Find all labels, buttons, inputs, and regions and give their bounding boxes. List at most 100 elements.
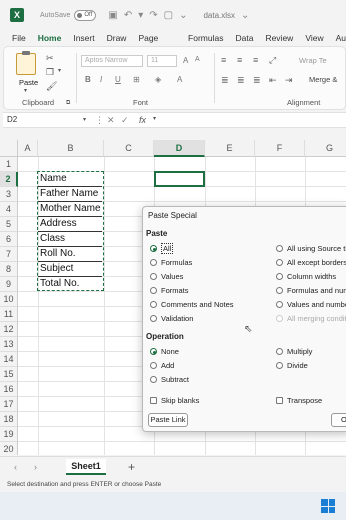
clipboard-launcher-icon[interactable]: ⧉ bbox=[66, 100, 70, 107]
tab-data[interactable]: Data bbox=[235, 32, 253, 46]
row-header-8[interactable]: 8 bbox=[0, 262, 18, 277]
row-header-6[interactable]: 6 bbox=[0, 232, 18, 247]
operation-subtract[interactable]: Subtract bbox=[150, 375, 189, 384]
next-sheet-icon[interactable]: › bbox=[34, 462, 37, 472]
save-icon[interactable]: ▣ bbox=[108, 10, 117, 21]
underline-icon[interactable]: U bbox=[115, 75, 121, 84]
operation-divide[interactable]: Divide bbox=[276, 361, 308, 370]
add-sheet-button[interactable]: + bbox=[128, 460, 135, 474]
undo-dropdown-icon[interactable]: ▾ bbox=[138, 10, 143, 21]
font-size-box[interactable]: 11 bbox=[147, 55, 177, 67]
fill-color-icon[interactable]: ◈ bbox=[155, 75, 161, 84]
paste-button-label[interactable]: Paste bbox=[19, 78, 38, 87]
orientation-icon[interactable]: ⤢ bbox=[269, 55, 276, 66]
tab-formulas[interactable]: Formulas bbox=[188, 32, 223, 46]
tab-view[interactable]: View bbox=[305, 32, 323, 46]
skip-blanks-checkbox[interactable]: Skip blanks bbox=[150, 396, 199, 405]
align-right-icon[interactable]: ≣ bbox=[253, 75, 261, 86]
undo-icon[interactable]: ↶ bbox=[124, 10, 132, 21]
increase-indent-icon[interactable]: ⇥ bbox=[285, 75, 293, 86]
paste-option-formulas-number-formats[interactable]: Formulas and num bbox=[276, 286, 346, 295]
row-header-17[interactable]: 17 bbox=[0, 397, 18, 412]
insert-function-icon[interactable]: fx bbox=[139, 115, 146, 125]
middle-align-icon[interactable]: ≡ bbox=[237, 55, 242, 65]
font-color-icon[interactable]: A bbox=[177, 75, 182, 84]
paste-icon[interactable] bbox=[16, 51, 36, 75]
row-header-10[interactable]: 10 bbox=[0, 292, 18, 307]
name-box-dropdown-icon[interactable]: ▾ bbox=[83, 116, 86, 123]
row-header-3[interactable]: 3 bbox=[0, 187, 18, 202]
paste-option-validation[interactable]: Validation bbox=[150, 314, 193, 323]
tab-review[interactable]: Review bbox=[265, 32, 293, 46]
paste-option-comments[interactable]: Comments and Notes bbox=[150, 300, 234, 309]
operation-none[interactable]: None bbox=[150, 347, 179, 356]
paste-option-except-borders[interactable]: All except borders bbox=[276, 258, 346, 267]
autosave-toggle[interactable]: Off bbox=[74, 9, 97, 21]
row-header-7[interactable]: 7 bbox=[0, 247, 18, 262]
format-painter-icon[interactable]: 🖌 bbox=[46, 81, 57, 92]
copy-icon[interactable]: ❐ bbox=[46, 67, 54, 78]
operation-add[interactable]: Add bbox=[150, 361, 174, 370]
row-header-19[interactable]: 19 bbox=[0, 427, 18, 442]
column-header-a[interactable]: A bbox=[18, 140, 38, 157]
column-header-d[interactable]: D bbox=[154, 140, 205, 157]
paste-option-formats[interactable]: Formats bbox=[150, 286, 189, 295]
cancel-entry-icon[interactable]: ✕ bbox=[107, 115, 115, 126]
font-name-box[interactable]: Aptos Narrow bbox=[81, 55, 143, 67]
fx-dropdown-icon[interactable]: ▾ bbox=[153, 115, 156, 122]
cut-icon[interactable]: ✂ bbox=[46, 53, 54, 64]
align-center-icon[interactable]: ≣ bbox=[237, 75, 245, 86]
tab-insert[interactable]: Insert bbox=[73, 32, 94, 46]
new-file-icon[interactable]: ▢ bbox=[164, 10, 173, 21]
paste-option-column-widths[interactable]: Column widths bbox=[276, 272, 336, 281]
decrease-indent-icon[interactable]: ⇤ bbox=[269, 75, 277, 86]
sheet-tab-sheet1[interactable]: Sheet1 bbox=[66, 459, 106, 475]
paste-option-values-number-formats[interactable]: Values and number bbox=[276, 300, 346, 309]
column-header-f[interactable]: F bbox=[255, 140, 305, 157]
row-header-13[interactable]: 13 bbox=[0, 337, 18, 352]
row-header-18[interactable]: 18 bbox=[0, 412, 18, 427]
bold-icon[interactable]: B bbox=[85, 75, 91, 84]
paste-dropdown-icon[interactable]: ▾ bbox=[24, 87, 27, 94]
file-name-chevron-icon[interactable]: ⌄ bbox=[241, 10, 249, 21]
row-header-14[interactable]: 14 bbox=[0, 352, 18, 367]
row-header-20[interactable]: 20 bbox=[0, 442, 18, 455]
row-header-9[interactable]: 9 bbox=[0, 277, 18, 292]
paste-option-all[interactable]: All bbox=[150, 243, 174, 254]
transpose-checkbox[interactable]: Transpose bbox=[276, 396, 322, 405]
ok-button[interactable]: O bbox=[331, 413, 346, 427]
tab-home[interactable]: Home bbox=[37, 32, 61, 49]
select-all-corner[interactable] bbox=[0, 140, 18, 157]
column-header-b[interactable]: B bbox=[38, 140, 104, 157]
row-header-2[interactable]: 2 bbox=[0, 172, 18, 187]
borders-icon[interactable]: ⊞ bbox=[133, 75, 140, 84]
row-header-16[interactable]: 16 bbox=[0, 382, 18, 397]
increase-font-icon[interactable]: A bbox=[183, 56, 188, 65]
italic-icon[interactable]: I bbox=[100, 75, 102, 84]
row-header-4[interactable]: 4 bbox=[0, 202, 18, 217]
windows-start-icon[interactable] bbox=[321, 499, 335, 513]
row-header-11[interactable]: 11 bbox=[0, 307, 18, 322]
merge-center-button[interactable]: Merge & bbox=[309, 75, 337, 84]
tab-automate[interactable]: Au bbox=[336, 32, 346, 46]
copy-dropdown-icon[interactable]: ▾ bbox=[58, 67, 61, 74]
tab-file[interactable]: File bbox=[12, 32, 26, 46]
paste-option-source-theme[interactable]: All using Source th bbox=[276, 244, 346, 253]
paste-option-values[interactable]: Values bbox=[150, 272, 183, 281]
name-box[interactable]: D2 bbox=[7, 115, 89, 127]
row-header-5[interactable]: 5 bbox=[0, 217, 18, 232]
previous-sheet-icon[interactable]: ‹ bbox=[14, 462, 17, 472]
redo-icon[interactable]: ↷ bbox=[149, 10, 157, 21]
operation-multiply[interactable]: Multiply bbox=[276, 347, 312, 356]
paste-option-formulas[interactable]: Formulas bbox=[150, 258, 192, 267]
decrease-font-icon[interactable]: A bbox=[195, 56, 200, 63]
bottom-align-icon[interactable]: ≡ bbox=[253, 55, 258, 65]
active-cell-d2[interactable] bbox=[154, 171, 205, 187]
row-header-12[interactable]: 12 bbox=[0, 322, 18, 337]
column-header-c[interactable]: C bbox=[104, 140, 154, 157]
tab-draw[interactable]: Draw bbox=[107, 32, 127, 46]
wrap-text-button[interactable]: Wrap Te bbox=[299, 56, 327, 65]
column-header-e[interactable]: E bbox=[205, 140, 255, 157]
row-header-15[interactable]: 15 bbox=[0, 367, 18, 382]
top-align-icon[interactable]: ≡ bbox=[221, 55, 226, 65]
